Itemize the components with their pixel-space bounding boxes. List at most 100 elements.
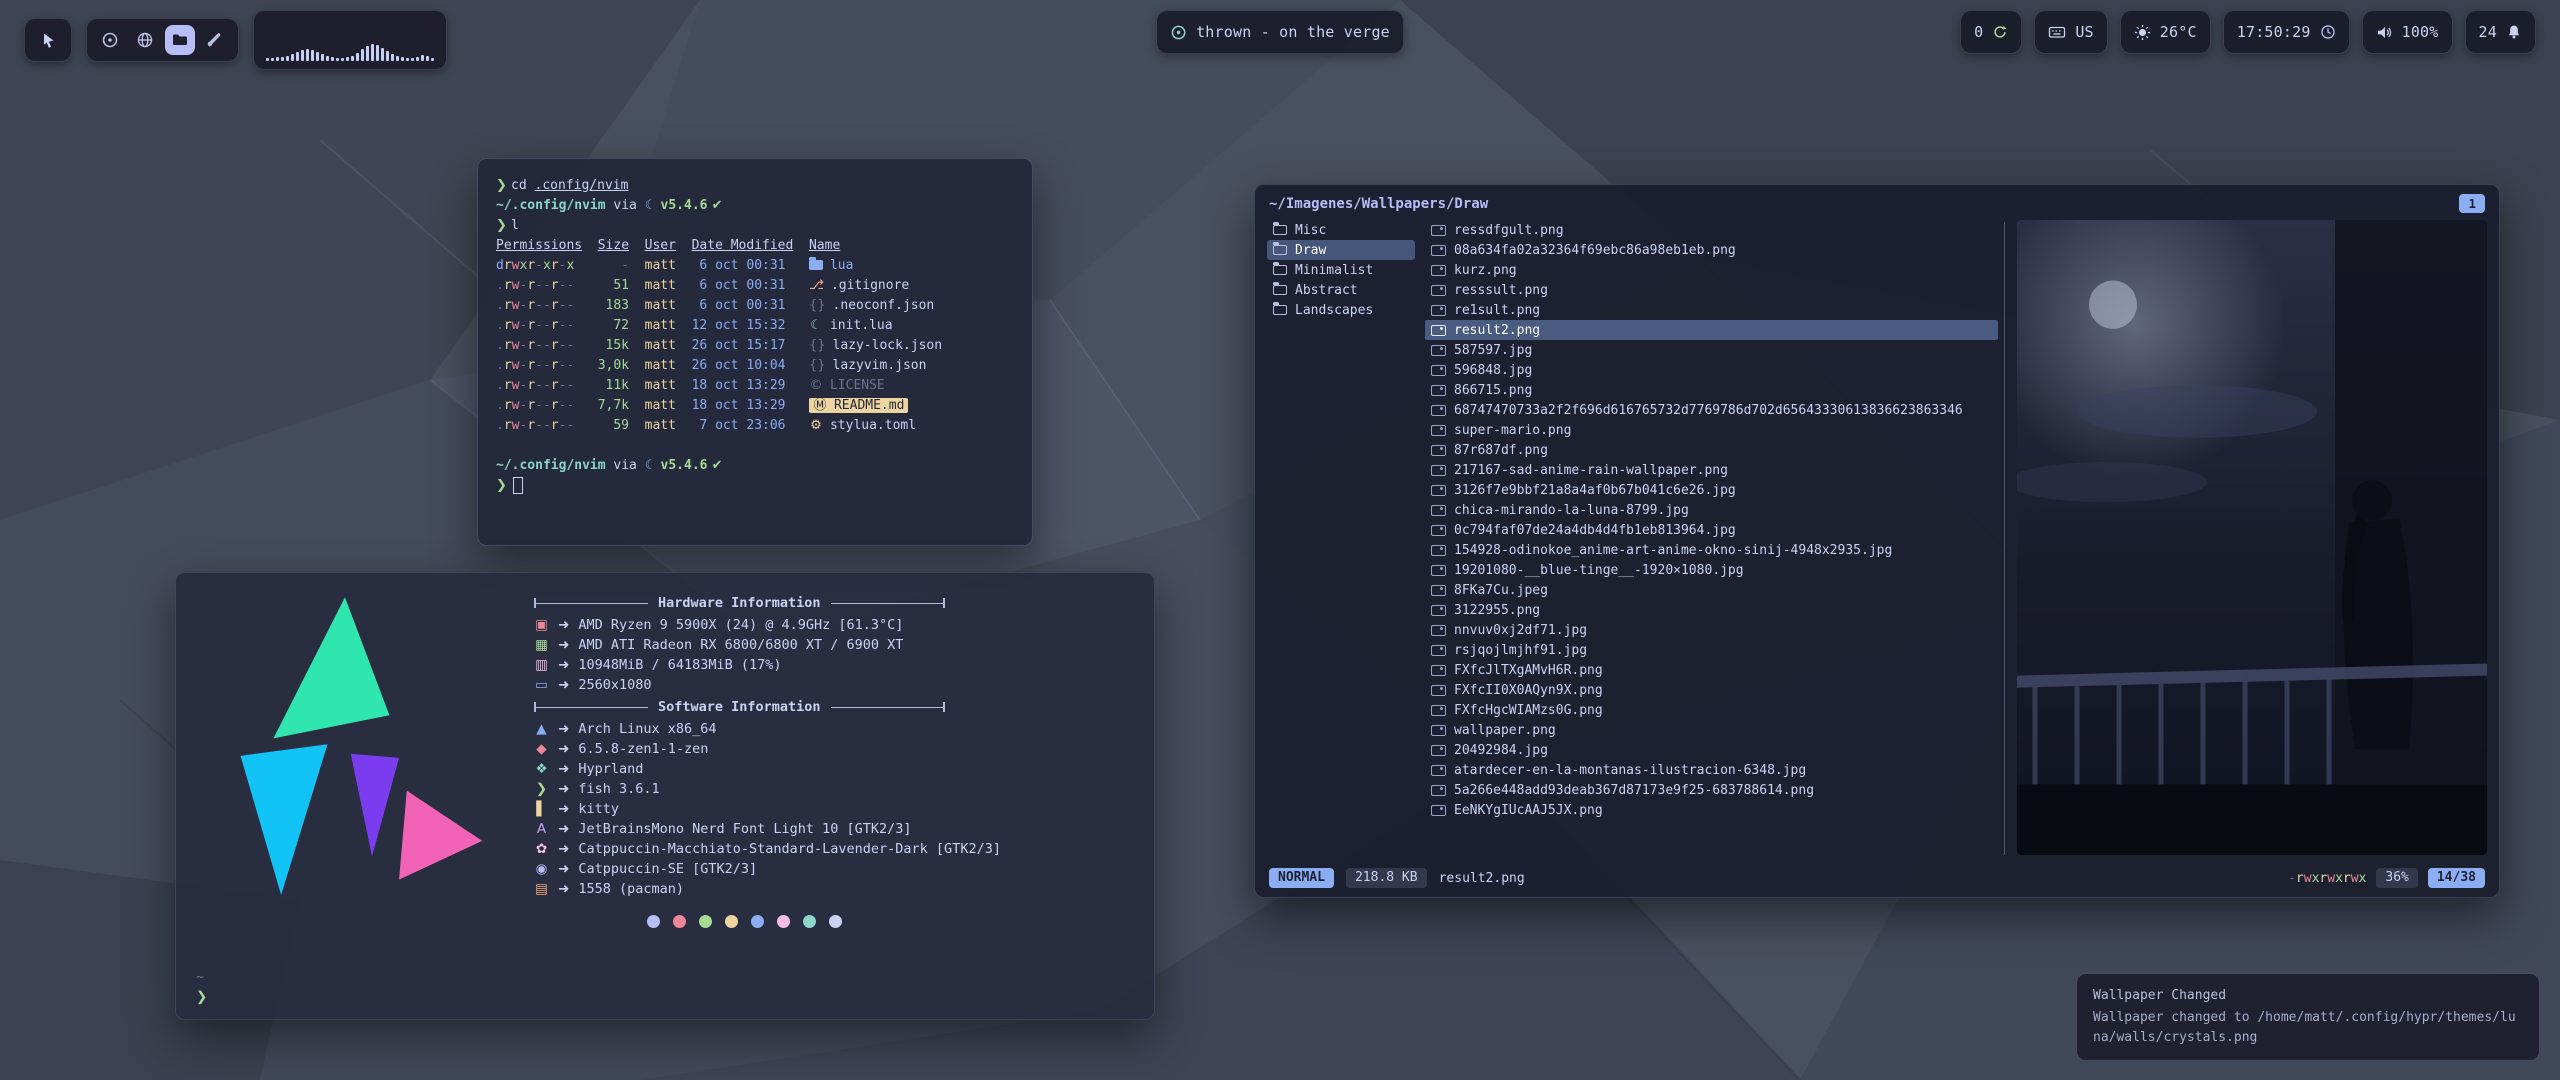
keyboard-icon bbox=[2048, 23, 2066, 41]
image-file-icon bbox=[1431, 725, 1446, 736]
music-disc-icon bbox=[1170, 24, 1187, 41]
file-item[interactable]: atardecer-en-la-montanas-ilustracion-634… bbox=[1425, 760, 1998, 780]
file-item[interactable]: ressdfgult.png bbox=[1425, 220, 1998, 240]
file-item[interactable]: 19201080-__blue-tinge__-1920×1080.jpg bbox=[1425, 560, 1998, 580]
file-item[interactable]: 08a634fa02a32364f69ebc86a98eb1eb.png bbox=[1425, 240, 1998, 260]
file-item[interactable]: 5a266e448add93deab367d87173e9f25-6837886… bbox=[1425, 780, 1998, 800]
notification-count: 24 bbox=[2479, 23, 2497, 41]
sidebar-item-minimalist[interactable]: Minimalist bbox=[1267, 260, 1415, 280]
notification-popup[interactable]: Wallpaper Changed Wallpaper changed to /… bbox=[2076, 973, 2540, 1061]
file-item[interactable]: wallpaper.png bbox=[1425, 720, 1998, 740]
file-item[interactable]: 3122955.png bbox=[1425, 600, 1998, 620]
volume-level: 100% bbox=[2402, 23, 2439, 41]
file-item[interactable]: 596848.jpg bbox=[1425, 360, 1998, 380]
folder-icon bbox=[809, 260, 823, 270]
file-item[interactable]: 8FKa7Cu.jpeg bbox=[1425, 580, 1998, 600]
file-item[interactable]: 0c794faf07de24a4db4d4fb1eb813964.jpg bbox=[1425, 520, 1998, 540]
folder-sidebar: MiscDrawMinimalistAbstract Landscapes bbox=[1267, 220, 1415, 855]
shell-icon: ❯ bbox=[534, 781, 549, 797]
file-item[interactable]: 20492984.jpg bbox=[1425, 740, 1998, 760]
brush-icon[interactable] bbox=[200, 25, 230, 55]
visualizer-bar bbox=[356, 53, 359, 61]
keyboard-layout: US bbox=[2075, 23, 2093, 41]
terminal-line: ~/.config/nvim via ☾ v5.4.6 ✔ bbox=[496, 455, 1014, 475]
image-file-icon bbox=[1431, 225, 1446, 236]
disc-icon[interactable] bbox=[95, 25, 125, 55]
file-item[interactable]: nnvuv0xj2df71.jpg bbox=[1425, 620, 1998, 640]
file-item[interactable]: chica-mirando-la-luna-8799.jpg bbox=[1425, 500, 1998, 520]
music-widget[interactable]: thrown - on the verge bbox=[1156, 10, 1404, 54]
folder-icon[interactable] bbox=[165, 25, 195, 55]
file-item[interactable]: resssult.png bbox=[1425, 280, 1998, 300]
fetch-line: A➜JetBrainsMono Nerd Font Light 10 [GTK2… bbox=[534, 819, 1132, 839]
lua-icon: ☾ bbox=[809, 319, 823, 332]
keyboard-layout-widget[interactable]: US bbox=[2034, 10, 2107, 54]
globe-icon[interactable] bbox=[130, 25, 160, 55]
file-item[interactable]: FXfcII0X0AQyn9X.png bbox=[1425, 680, 1998, 700]
notifications-widget[interactable]: 24 bbox=[2465, 10, 2536, 54]
image-file-icon bbox=[1431, 605, 1446, 616]
clock-widget[interactable]: 17:50:29 bbox=[2223, 10, 2350, 54]
palette-dot bbox=[647, 915, 660, 928]
fetch-line: ❯➜fish 3.6.1 bbox=[534, 779, 1132, 799]
file-item[interactable]: 217167-sad-anime-rain-wallpaper.png bbox=[1425, 460, 1998, 480]
image-file-icon bbox=[1431, 325, 1446, 336]
file-name: lazy-lock.json bbox=[833, 338, 943, 353]
visualizer-bar bbox=[421, 55, 424, 61]
image-file-icon bbox=[1431, 625, 1446, 636]
volume-widget[interactable]: 100% bbox=[2362, 10, 2453, 54]
weather-widget[interactable]: 26°C bbox=[2120, 10, 2211, 54]
file-item[interactable]: 866715.png bbox=[1425, 380, 1998, 400]
kernel-icon: ◆ bbox=[534, 741, 549, 757]
sidebar-item-draw[interactable]: Draw bbox=[1267, 240, 1415, 260]
updates-widget[interactable]: 0 bbox=[1960, 10, 2022, 54]
file-item[interactable]: EeNKYgIUcAAJ5JX.png bbox=[1425, 800, 1998, 820]
image-file-icon bbox=[1431, 305, 1446, 316]
packages-icon: ▤ bbox=[534, 881, 549, 897]
file-name: 19201080-__blue-tinge__-1920×1080.jpg bbox=[1454, 563, 1992, 578]
ls-row: .rw-r--r--183matt 6 oct 00:31{}.neoconf.… bbox=[496, 295, 1014, 315]
file-manager-window[interactable]: ~/Imagenes/Wallpapers/Draw 1 MiscDrawMin… bbox=[1254, 184, 2500, 898]
file-item[interactable]: re1sult.png bbox=[1425, 300, 1998, 320]
file-name: 20492984.jpg bbox=[1454, 743, 1992, 758]
sidebar-item-misc[interactable]: Misc bbox=[1267, 220, 1415, 240]
file-item[interactable]: 154928-odinokoe_anime-art-anime-okno-sin… bbox=[1425, 540, 1998, 560]
file-name: lua bbox=[830, 258, 853, 273]
terminal-window[interactable]: ❯ cd .config/nvim~/.config/nvim via ☾ v5… bbox=[477, 158, 1033, 546]
file-name: FXfcHgcWIAMzs0G.png bbox=[1454, 703, 1992, 718]
fetch-window[interactable]: Hardware Information▣➜AMD Ryzen 9 5900X … bbox=[175, 572, 1155, 1020]
sidebar-item-abstract[interactable]: Abstract bbox=[1267, 280, 1415, 300]
file-item[interactable]: super-mario.png bbox=[1425, 420, 1998, 440]
tab-badge[interactable]: 1 bbox=[2459, 194, 2485, 213]
file-item[interactable]: 3126f7e9bbf21a8a4af0b67b041c6e26.jpg bbox=[1425, 480, 1998, 500]
file-item[interactable]: 587597.jpg bbox=[1425, 340, 1998, 360]
visualizer-bar bbox=[391, 54, 394, 61]
sidebar-item-landscapes[interactable]: Landscapes bbox=[1267, 300, 1415, 320]
speaker-icon bbox=[2376, 24, 2393, 41]
bell-icon bbox=[2506, 24, 2522, 40]
file-name: 08a634fa02a32364f69ebc86a98eb1eb.png bbox=[1454, 243, 1992, 258]
terminal-line: ❯ l bbox=[496, 215, 1014, 235]
file-name: kurz.png bbox=[1454, 263, 1992, 278]
launcher-button[interactable] bbox=[24, 18, 72, 62]
palette-dot bbox=[673, 915, 686, 928]
file-item[interactable]: FXfcJlTXgAMvH6R.png bbox=[1425, 660, 1998, 680]
file-name: 3122955.png bbox=[1454, 603, 1992, 618]
notification-body: Wallpaper changed to /home/matt/.config/… bbox=[2093, 1008, 2523, 1048]
visualizer-bar bbox=[416, 57, 419, 61]
visualizer-bar bbox=[321, 54, 324, 61]
visualizer-bar bbox=[311, 50, 314, 61]
folder-name: Landscapes bbox=[1295, 303, 1373, 318]
file-item[interactable]: result2.png bbox=[1425, 320, 1998, 340]
file-item[interactable]: 68747470733a2f2f696d616765732d7769786d70… bbox=[1425, 400, 1998, 420]
gpu-icon: ▦ bbox=[534, 637, 549, 653]
music-title: thrown - on the verge bbox=[1196, 23, 1390, 41]
file-item[interactable]: 87r687df.png bbox=[1425, 440, 1998, 460]
git-icon: ⎇ bbox=[809, 279, 824, 292]
file-name: result2.png bbox=[1454, 323, 1992, 338]
image-file-icon bbox=[1431, 505, 1446, 516]
file-item[interactable]: FXfcHgcWIAMzs0G.png bbox=[1425, 700, 1998, 720]
file-name: atardecer-en-la-montanas-ilustracion-634… bbox=[1454, 763, 1992, 778]
file-item[interactable]: kurz.png bbox=[1425, 260, 1998, 280]
file-item[interactable]: rsjqojlmjhf91.jpg bbox=[1425, 640, 1998, 660]
